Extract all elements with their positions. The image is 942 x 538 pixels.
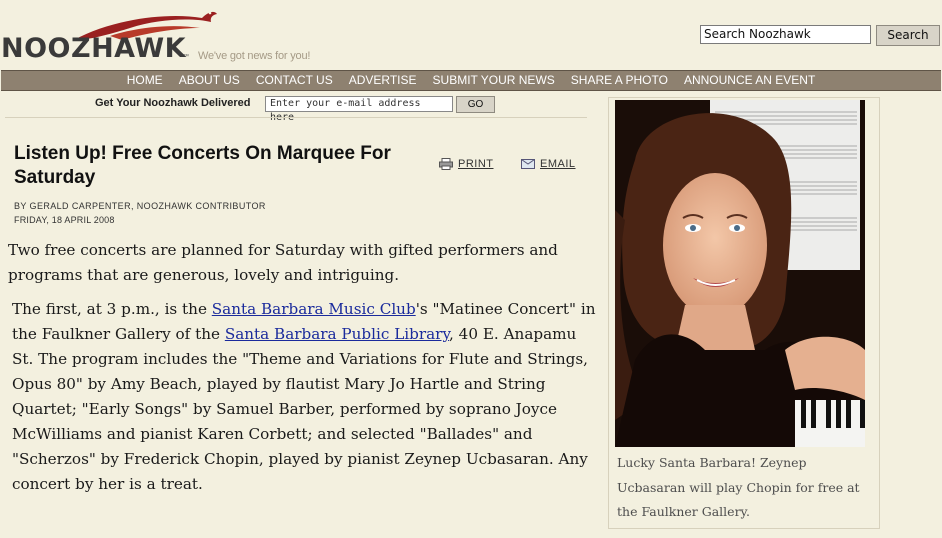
santa-barbara-music-club-link[interactable]: Santa Barbara Music Club [212, 300, 416, 318]
paragraph-text: , 40 E. Anapamu St. The program includes… [12, 325, 588, 493]
article-title: Listen Up! Free Concerts On Marquee For … [14, 143, 391, 188]
logo-wordmark: NOOZHAWK [1, 33, 187, 64]
logo-tagline: We've got news for you! [198, 50, 311, 62]
paragraph-text: The first, at 3 p.m., is the [12, 300, 212, 318]
nav-item-contact-us[interactable]: CONTACT US [248, 71, 341, 90]
search-button[interactable]: Search [876, 25, 940, 46]
print-label: PRINT [458, 158, 494, 170]
envelope-icon [521, 159, 535, 170]
newsletter-go-button[interactable]: GO [456, 96, 495, 113]
main-nav-bar: HOME ABOUT US CONTACT US ADVERTISE SUBMI… [1, 70, 941, 91]
santa-barbara-public-library-link[interactable]: Santa Barbara Public Library [225, 325, 449, 343]
nav-item-share-a-photo[interactable]: SHARE A PHOTO [563, 71, 676, 90]
article-byline: BY GERALD CARPENTER, NOOZHAWK CONTRIBUTO… [14, 201, 266, 211]
pianist-photo[interactable] [615, 100, 865, 447]
nav-item-announce-an-event[interactable]: ANNOUNCE AN EVENT [676, 71, 823, 90]
nav-item-advertise[interactable]: ADVERTISE [341, 71, 425, 90]
nav-item-submit-your-news[interactable]: SUBMIT YOUR NEWS [425, 71, 563, 90]
article-date: FRIDAY, 18 APRIL 2008 [14, 215, 115, 225]
newsletter-label: Get Your Noozhawk Delivered [95, 97, 251, 109]
email-label: EMAIL [540, 158, 576, 170]
logo-trademark: ™ [183, 54, 189, 60]
print-link[interactable]: PRINT [439, 158, 494, 171]
photo-caption: Lucky Santa Barbara! Zeynep Ucbasaran wi… [617, 455, 860, 519]
search-input[interactable]: Search Noozhawk [700, 25, 871, 44]
noozhawk-logo[interactable]: NOOZHAWK ™ We've got news for you! [0, 4, 330, 66]
divider [5, 117, 587, 118]
article-paragraph: Two free concerts are planned for Saturd… [8, 241, 558, 284]
email-link[interactable]: EMAIL [521, 158, 576, 170]
nav-item-home[interactable]: HOME [119, 71, 171, 90]
article-paragraph: The first, at 3 p.m., is the Santa Barba… [12, 297, 602, 497]
printer-icon [439, 158, 453, 171]
newsletter-email-input[interactable]: Enter your e-mail address here [265, 96, 453, 123]
nav-item-about-us[interactable]: ABOUT US [171, 71, 248, 90]
